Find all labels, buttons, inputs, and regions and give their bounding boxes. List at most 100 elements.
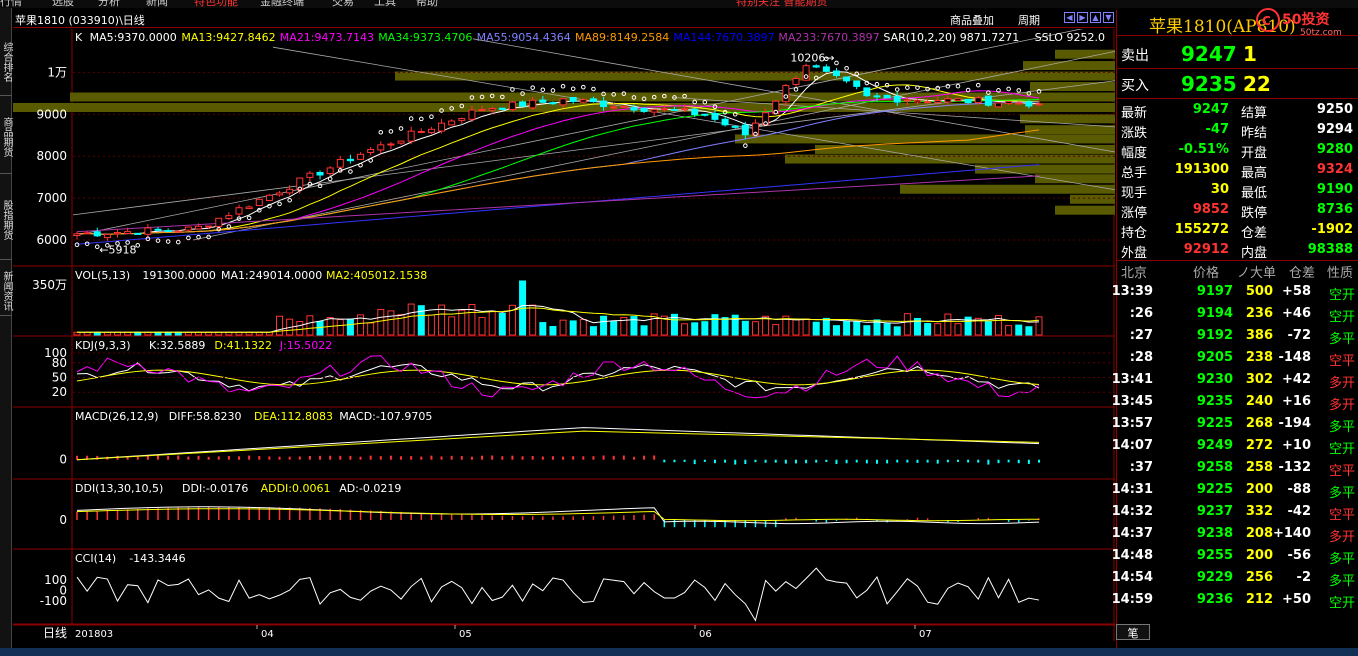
candle xyxy=(306,172,314,178)
volume-bar xyxy=(741,320,749,336)
volume-bar xyxy=(559,319,567,336)
volume-bar xyxy=(711,314,719,336)
candle xyxy=(144,227,152,235)
menu-item[interactable]: 选股 xyxy=(52,0,74,8)
volume-bar xyxy=(822,317,830,336)
side-tab[interactable]: 商品期货 xyxy=(0,100,12,174)
arrow-down-icon[interactable]: ▼ xyxy=(1103,12,1114,23)
volume-bar xyxy=(893,326,901,336)
volume-bar xyxy=(427,314,435,336)
volume-bar xyxy=(448,316,456,336)
candle xyxy=(174,230,182,233)
menu-item[interactable]: 交易 xyxy=(332,0,354,8)
indicator-value: MACD:-107.9705 xyxy=(339,410,432,423)
sar-dot xyxy=(834,60,839,66)
indicator-value: MA1:249014.0000 xyxy=(221,269,322,282)
tick-row: 13:39 9197 500 +58 空开 xyxy=(1111,284,1355,303)
candle xyxy=(539,99,547,103)
overlay-button[interactable]: 商品叠加 xyxy=(950,12,994,28)
menu-item[interactable]: 特色功能 xyxy=(194,0,238,8)
arrow-up-icon[interactable]: ▲ xyxy=(1090,12,1101,23)
sar-dot xyxy=(246,215,252,221)
sar-dot xyxy=(905,85,910,90)
menu-item[interactable]: 新闻 xyxy=(146,0,168,8)
volume-bar xyxy=(691,322,699,336)
sar-dot xyxy=(388,129,394,134)
high-label: 10206→ xyxy=(790,52,834,65)
cci-tick: -100 xyxy=(40,594,67,608)
volume-profile-bar xyxy=(1020,114,1115,124)
sar-dot xyxy=(530,85,535,90)
indicator-value: MA89:8149.2584 xyxy=(575,31,669,44)
sar-dot xyxy=(287,197,292,203)
menu-item[interactable]: 帮助 xyxy=(416,0,438,8)
candle xyxy=(1005,101,1013,105)
volume-bar xyxy=(600,315,608,336)
sell-qty: 1 xyxy=(1243,42,1257,66)
candle xyxy=(529,99,537,109)
sar-dot xyxy=(510,87,515,92)
candle xyxy=(1025,101,1033,107)
candle xyxy=(124,231,132,235)
logo-sub: 50tz.com xyxy=(1300,28,1342,38)
side-tab[interactable]: 股指期货 xyxy=(0,180,12,260)
sar-dot xyxy=(175,239,181,245)
volume-bar xyxy=(1005,325,1013,336)
sar-dot xyxy=(793,87,799,92)
volume-bar xyxy=(569,320,577,336)
menu-item[interactable]: 金融终端 xyxy=(260,0,304,8)
sar-dot xyxy=(155,238,161,243)
volume-profile-bar xyxy=(1055,205,1115,215)
tick-row: :27 9192 386 -72 多平 xyxy=(1129,328,1355,347)
candle xyxy=(346,158,354,162)
period-button[interactable]: 周期 xyxy=(1018,12,1040,28)
x-tick: 07 xyxy=(919,629,932,640)
dea-line xyxy=(76,430,1040,461)
candle xyxy=(93,231,101,237)
tick-header: 北京 价格 ノ大单 仓差 性质 xyxy=(1121,266,1354,281)
candle xyxy=(438,122,446,132)
sar-dot xyxy=(581,84,586,90)
candle xyxy=(1035,103,1043,106)
side-tab[interactable]: 综合排名 xyxy=(0,28,12,96)
volume-profile-bar xyxy=(1023,61,1115,71)
indicator-value: K:32.5889 xyxy=(149,339,205,352)
sar-dot xyxy=(1016,88,1022,93)
chart-title: 苹果1810 (033910)\日线 xyxy=(15,14,145,27)
volume-bar xyxy=(488,310,496,336)
period-label: 日线 xyxy=(43,626,67,640)
candle xyxy=(276,192,284,196)
candle xyxy=(711,113,719,120)
indicator-value: DEA:112.8083 xyxy=(254,410,333,423)
candle xyxy=(336,158,344,168)
sar-dot xyxy=(570,86,576,92)
chart-toolbar: 苹果1810 (033910)\日线 商品叠加 周期 ◀ ▶ ▲ ▼ xyxy=(13,10,1115,28)
tab-ticks[interactable]: 笔 xyxy=(1116,624,1150,640)
candle xyxy=(954,98,962,102)
candle xyxy=(154,228,162,231)
tick-row: :28 9205 238 -148 空平 xyxy=(1129,350,1355,369)
indicator-value: MA2:405012.1538 xyxy=(326,269,427,282)
menu-item[interactable]: 分析 xyxy=(98,0,120,8)
side-tab[interactable]: 新闻资讯 xyxy=(0,266,12,316)
candle xyxy=(205,225,213,228)
sar-dot xyxy=(398,126,404,131)
arrow-right-icon[interactable]: ▶ xyxy=(1077,12,1088,23)
buy-qty: 22 xyxy=(1243,72,1271,96)
candle xyxy=(893,95,901,103)
indicator-value: -143.3446 xyxy=(129,552,185,565)
svg-text:C: C xyxy=(1262,14,1271,28)
candle xyxy=(660,108,668,111)
volume-bar xyxy=(529,304,537,336)
stat-row: 涨停 9852 跌停 8736 xyxy=(1121,202,1353,221)
menu-item[interactable]: 工具 xyxy=(374,0,396,8)
volume-bar xyxy=(346,318,354,336)
sar-dot xyxy=(408,116,414,121)
kline-chart[interactable]: 10206→←59181万9000800070006000350万1008050… xyxy=(13,29,1115,641)
menu-item[interactable]: 行情 xyxy=(0,0,22,8)
sar-dot xyxy=(418,116,424,122)
tick-row: 13:41 9230 302 +42 多开 xyxy=(1111,372,1355,391)
arrow-left-icon[interactable]: ◀ xyxy=(1064,12,1075,23)
candle xyxy=(184,226,192,231)
candle xyxy=(691,108,699,116)
